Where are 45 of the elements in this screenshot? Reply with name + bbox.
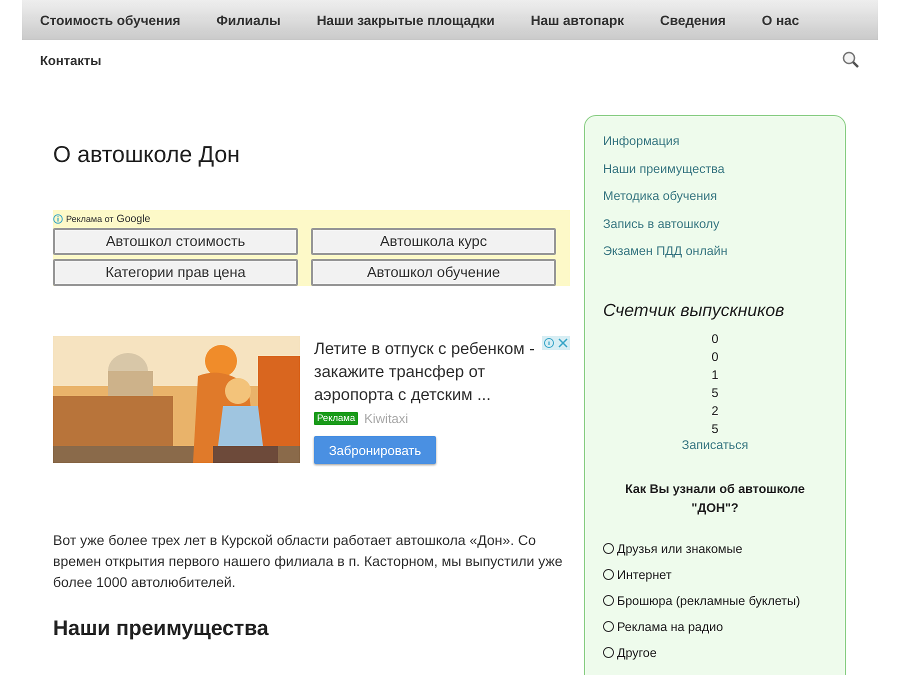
sidebar-link[interactable]: Методика обучения — [603, 189, 827, 216]
ad-badge: Реклама — [314, 412, 358, 425]
ad-headline[interactable]: Летите в отпуск с ребенком - закажите трансфер от аэропорта с детским ... — [314, 338, 544, 407]
nav-link[interactable]: Сведения — [660, 12, 726, 28]
section-heading: Наши преимущества — [53, 617, 270, 641]
nav-link[interactable]: О нас — [762, 12, 800, 28]
signup-link[interactable]: Записаться — [682, 438, 748, 452]
ad-brand: Google — [116, 213, 150, 225]
ad-link-button[interactable]: Автошкол обучение — [311, 259, 556, 286]
nav-link[interactable]: Наш автопарк — [530, 12, 624, 28]
counter-digit: 5 — [710, 420, 720, 438]
ad-link-button[interactable]: Автошкола курс — [311, 228, 556, 255]
counter-digit: 0 — [710, 330, 720, 348]
counter-digit: 2 — [710, 402, 720, 420]
counter-digit: 1 — [710, 366, 720, 384]
poll-option: Реклама на радио — [617, 620, 724, 634]
ad-label: Реклама от — [66, 214, 114, 224]
ad-link-button[interactable]: Категории прав цена — [53, 259, 298, 286]
sidebar-link[interactable]: Экзамен ПДД онлайн — [603, 244, 827, 272]
nav-link[interactable]: Филиалы — [216, 12, 281, 28]
radio-button[interactable] — [603, 621, 614, 632]
counter-digit: 5 — [710, 384, 720, 402]
poll-option: Другое — [617, 646, 657, 660]
sidebar-link[interactable]: Запись в автошколу — [603, 216, 827, 244]
counter-digit: 0 — [710, 348, 720, 366]
poll-option: Брошюра (рекламные буклеты) — [617, 594, 800, 608]
nav-link[interactable]: Наши закрытые площадки — [316, 12, 495, 28]
sidebar-link[interactable]: Наши преимущества — [603, 162, 827, 189]
advertiser-name: Kiwitaxi — [364, 411, 408, 426]
radio-button[interactable] — [603, 647, 614, 658]
poll-option: Друзья или знакомые — [617, 542, 742, 556]
info-icon[interactable] — [53, 214, 63, 224]
sidebar-link[interactable]: Информация — [603, 134, 827, 162]
radio-button[interactable] — [603, 569, 614, 580]
search-icon[interactable] — [842, 51, 860, 69]
ad-link-button[interactable]: Автошкол стоимость — [53, 228, 298, 255]
poll-question: Как Вы узнали об автошколе "ДОН"? — [624, 480, 806, 516]
nav-link[interactable]: Стоимость обучения — [40, 12, 180, 28]
radio-button[interactable] — [603, 543, 614, 554]
nav-link[interactable]: Контакты — [40, 52, 102, 68]
page-title: О автошколе Дон — [53, 141, 241, 168]
poll-option: Интернет — [617, 568, 672, 582]
radio-button[interactable] — [603, 595, 614, 606]
counter-title: Счетчик выпускников — [603, 300, 786, 320]
intro-paragraph: Вот уже более трех лет в Курской области работает автошкола «Дон». Со времен открытия первого нашего филиала в п. Касторном, мы выпустили уже более 1000 автолюбителей. — [53, 531, 564, 592]
